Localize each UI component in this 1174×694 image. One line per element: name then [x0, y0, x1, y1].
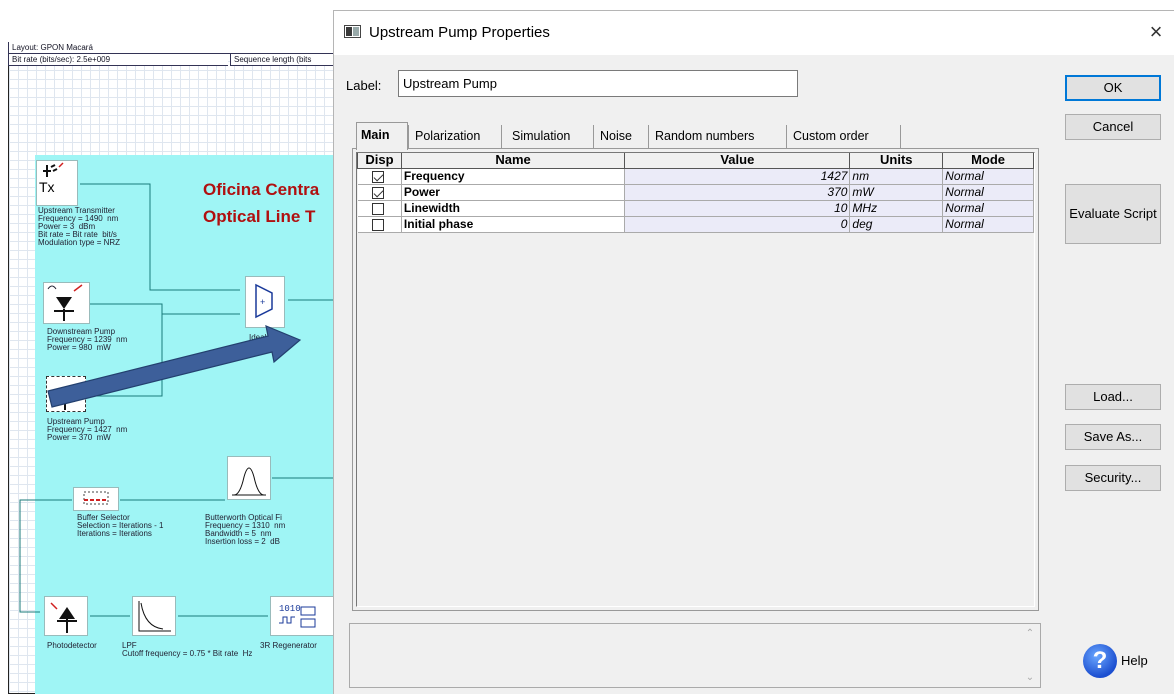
param-name: Linewidth — [400, 199, 626, 217]
app-window-icon — [344, 25, 361, 38]
scroll-up-icon[interactable]: ⌃ — [1024, 628, 1036, 639]
help-question-icon: ? — [1083, 644, 1117, 678]
param-mode[interactable]: Normal — [942, 183, 1034, 201]
close-icon[interactable]: × — [1141, 17, 1171, 47]
help-label: Help — [1121, 653, 1148, 668]
disp-checkbox-frequency[interactable] — [371, 170, 384, 183]
param-units[interactable]: mW — [849, 183, 944, 201]
save-as-button[interactable]: Save As... — [1065, 424, 1161, 450]
table-row: Frequency 1427 nm Normal — [357, 167, 1034, 185]
param-mode[interactable]: Normal — [942, 199, 1034, 217]
table-row: Power 370 mW Normal — [357, 183, 1034, 201]
column-header-value[interactable]: Value — [624, 153, 851, 169]
table-row: Linewidth 10 MHz Normal — [357, 199, 1034, 217]
security-button[interactable]: Security... — [1065, 465, 1161, 491]
tab-random-numbers[interactable]: Random numbers — [648, 125, 786, 150]
description-box[interactable]: ⌃ ⌄ — [349, 623, 1041, 688]
tab-polarization[interactable]: Polarization — [408, 125, 501, 150]
param-name: Initial phase — [400, 215, 626, 233]
help-button[interactable]: ? Help — [1078, 642, 1158, 680]
param-name: Frequency — [400, 167, 626, 185]
param-units[interactable]: nm — [849, 167, 944, 185]
column-header-name[interactable]: Name — [400, 153, 626, 169]
annotation-arrow-icon — [47, 325, 302, 408]
cancel-button[interactable]: Cancel — [1065, 114, 1161, 140]
main-tab-panel: Disp Name Value Units Mode Frequency 142… — [352, 148, 1039, 611]
column-header-disp[interactable]: Disp — [357, 153, 402, 169]
column-header-mode[interactable]: Mode — [942, 153, 1034, 169]
tab-noise[interactable]: Noise — [593, 125, 648, 150]
evaluate-script-button[interactable]: Evaluate Script — [1065, 184, 1161, 244]
param-name: Power — [400, 183, 626, 201]
dialog-title: Upstream Pump Properties — [369, 24, 550, 41]
param-value[interactable]: 370 — [624, 183, 851, 201]
param-mode[interactable]: Normal — [942, 215, 1034, 233]
param-value[interactable]: 0 — [624, 215, 851, 233]
dialog-titlebar[interactable]: Upstream Pump Properties × — [334, 11, 1174, 55]
load-button[interactable]: Load... — [1065, 384, 1161, 410]
disp-checkbox-initial-phase[interactable] — [371, 218, 384, 231]
tab-simulation[interactable]: Simulation — [501, 125, 593, 150]
tab-main[interactable]: Main — [356, 122, 408, 150]
table-row: Initial phase 0 deg Normal — [357, 215, 1034, 233]
scroll-down-icon[interactable]: ⌄ — [1024, 672, 1036, 683]
param-units[interactable]: deg — [849, 215, 944, 233]
param-value[interactable]: 10 — [624, 199, 851, 217]
param-mode[interactable]: Normal — [942, 167, 1034, 185]
tab-custom-order[interactable]: Custom order — [786, 125, 901, 150]
param-value[interactable]: 1427 — [624, 167, 851, 185]
parameter-table: Disp Name Value Units Mode Frequency 142… — [357, 153, 1034, 233]
param-units[interactable]: MHz — [849, 199, 944, 217]
table-header-row: Disp Name Value Units Mode — [357, 153, 1034, 169]
label-input[interactable] — [398, 70, 798, 97]
disp-checkbox-linewidth[interactable] — [371, 202, 384, 215]
column-header-units[interactable]: Units — [849, 153, 944, 169]
disp-checkbox-power[interactable] — [371, 186, 384, 199]
ok-button[interactable]: OK — [1065, 75, 1161, 101]
properties-dialog: Upstream Pump Properties × Label: Main P… — [333, 10, 1174, 694]
label-caption: Label: — [346, 78, 382, 93]
parameter-grid[interactable]: Disp Name Value Units Mode Frequency 142… — [356, 152, 1035, 607]
